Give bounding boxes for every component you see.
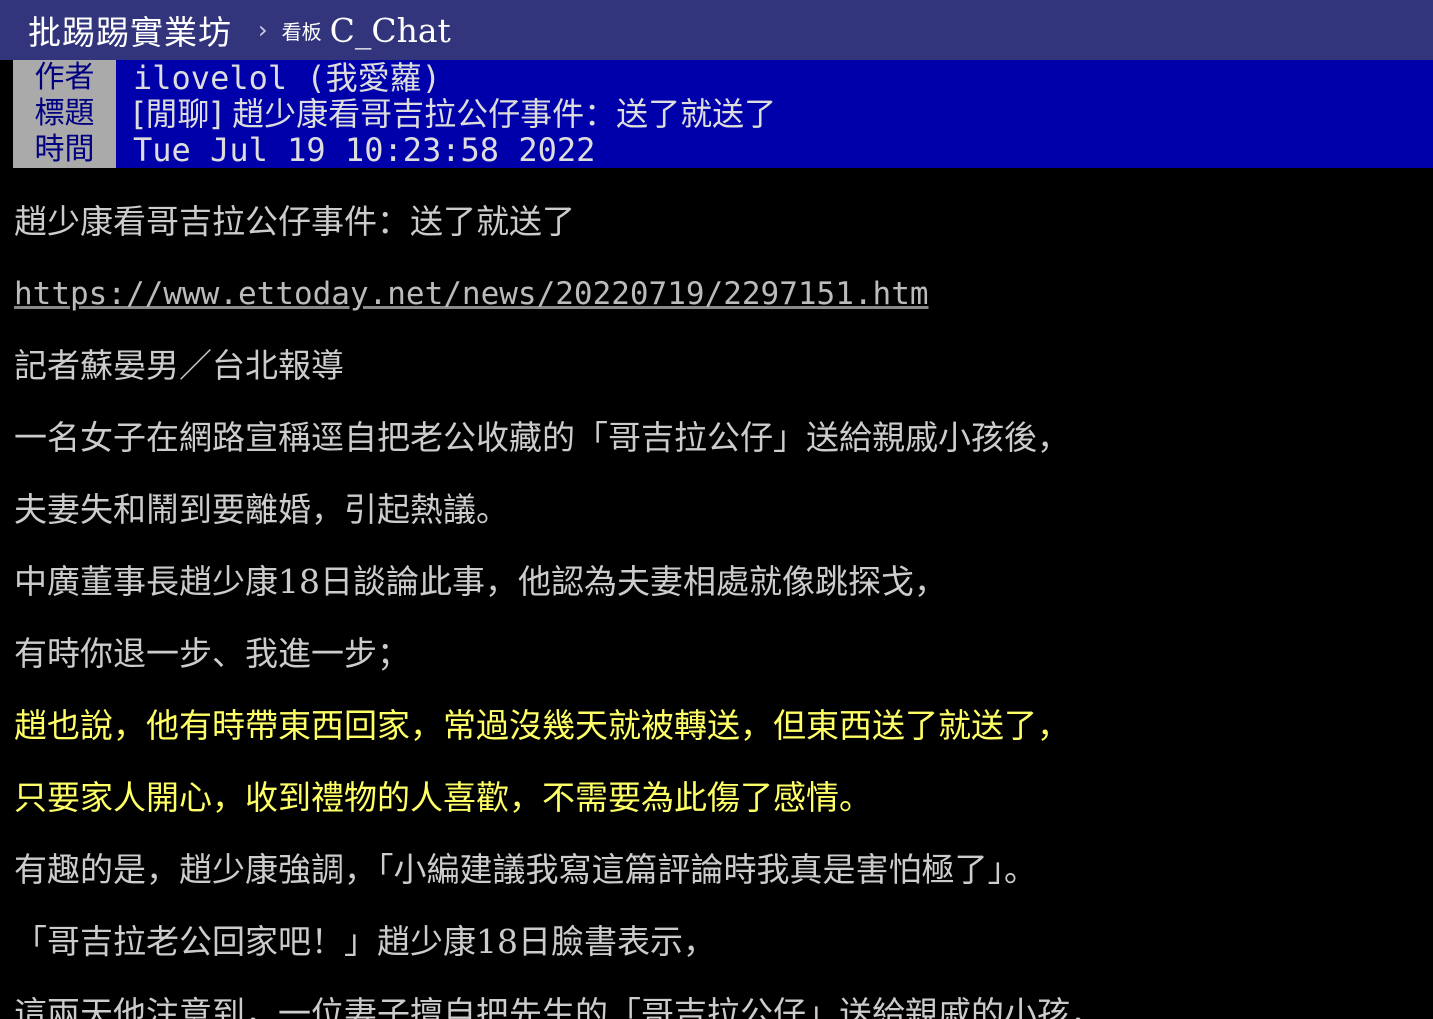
source-link-line: https://www.ettoday.net/news/20220719/22… — [14, 258, 1424, 330]
title-label: 標題 — [13, 96, 116, 132]
top-navigation-bar: 批踢踢實業坊 › 看板 C_Chat — [0, 0, 1433, 60]
time-label: 時間 — [13, 132, 116, 168]
board-label: 看板 — [281, 19, 322, 44]
body-line: 有趣的是，趙少康強調，「小編建議我寫這篇評論時我真是害怕極了」。 — [14, 850, 1037, 889]
body-line: 一名女子在網路宣稱逕自把老公收藏的「哥吉拉公仔」送給親戚小孩後， — [14, 418, 1070, 457]
board-name-link[interactable]: C_Chat — [330, 11, 451, 50]
body-line: 夫妻失和鬧到要離婚，引起熱議。 — [14, 490, 509, 529]
breadcrumb-separator-icon: › — [258, 16, 268, 44]
body-line: 這兩天他注意到，一位妻子擅自把先生的「哥吉拉公仔」送給親戚的小孩， — [14, 994, 1103, 1019]
body-line: 有時你退一步、我進一步； — [14, 634, 410, 673]
site-name-link[interactable]: 批踢踢實業坊 — [28, 6, 232, 54]
time-row: 時間 Tue Jul 19 10:23:58 2022 — [13, 132, 1433, 168]
title-value: [閒聊] 趙少康看哥吉拉公仔事件：送了就送了 — [116, 96, 1433, 132]
highlighted-body-line: 趙也說，他有時帶東西回家，常過沒幾天就被轉送，但東西送了就送了， — [14, 706, 1070, 745]
title-row: 標題 [閒聊] 趙少康看哥吉拉公仔事件：送了就送了 — [13, 96, 1433, 132]
author-value: ilovelol (我愛蘿) — [116, 60, 1433, 96]
body-line: 趙少康看哥吉拉公仔事件：送了就送了 — [14, 202, 575, 241]
article-metadata: 作者 ilovelol (我愛蘿) 標題 [閒聊] 趙少康看哥吉拉公仔事件：送了… — [13, 60, 1433, 168]
body-line: 中廣董事長趙少康18日談論此事，他認為夫妻相處就像跳探戈， — [14, 562, 947, 601]
body-line: 記者蘇晏男／台北報導 — [14, 346, 344, 385]
highlighted-body-line: 只要家人開心，收到禮物的人喜歡，不需要為此傷了感情。 — [14, 778, 872, 817]
author-row: 作者 ilovelol (我愛蘿) — [13, 60, 1433, 96]
source-link[interactable]: https://www.ettoday.net/news/20220719/22… — [14, 276, 929, 312]
article-body: 趙少康看哥吉拉公仔事件：送了就送了 https://www.ettoday.ne… — [14, 186, 1424, 1019]
body-line: 「哥吉拉老公回家吧！」趙少康18日臉書表示， — [14, 922, 716, 961]
author-label: 作者 — [13, 60, 116, 96]
time-value: Tue Jul 19 10:23:58 2022 — [116, 132, 1433, 168]
